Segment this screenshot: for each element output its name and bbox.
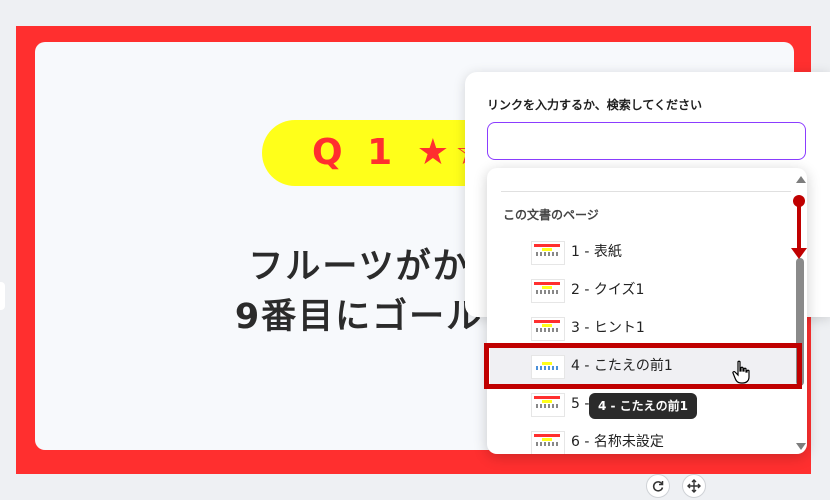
page-thumbnail (531, 317, 565, 341)
page-thumbnail (531, 393, 565, 417)
link-search-input[interactable] (487, 122, 806, 160)
page-item-label: 5 - (571, 396, 590, 412)
page-tooltip: 4 - こたえの前1 (589, 393, 698, 419)
side-panel-handle[interactable] (0, 282, 5, 310)
page-thumbnail (531, 431, 565, 454)
page-item-label: 2 - クイズ1 (571, 282, 645, 298)
annotation-arrow-down-icon (791, 248, 807, 259)
page-item-1[interactable]: 1 - 表紙 (487, 233, 792, 271)
move-icon (687, 479, 701, 493)
page-item-6[interactable]: 6 - 名称未設定 (487, 423, 792, 454)
dropdown-heading: この文書のページ (503, 208, 599, 222)
page-item-label: 3 - ヒント1 (571, 320, 645, 336)
page-item-label: 1 - 表紙 (571, 244, 622, 260)
dropdown-divider (501, 191, 791, 192)
scroll-up-arrow-icon[interactable] (796, 176, 806, 183)
page-item-label: 6 - 名称未設定 (571, 434, 664, 450)
move-button[interactable] (682, 474, 706, 498)
annotation-arrow-line (797, 201, 801, 251)
rotate-button[interactable] (646, 474, 670, 498)
link-panel-label: リンクを入力するか、検索してください (487, 98, 703, 112)
rotate-icon (652, 481, 664, 492)
page-item-3[interactable]: 3 - ヒント1 (487, 309, 792, 347)
page-thumbnail (531, 279, 565, 303)
page-thumbnail (531, 241, 565, 265)
page-item-2[interactable]: 2 - クイズ1 (487, 271, 792, 309)
hand-pointer-cursor-icon (732, 360, 750, 384)
scroll-down-arrow-icon[interactable] (796, 443, 806, 450)
annotation-highlight-box (484, 343, 802, 389)
